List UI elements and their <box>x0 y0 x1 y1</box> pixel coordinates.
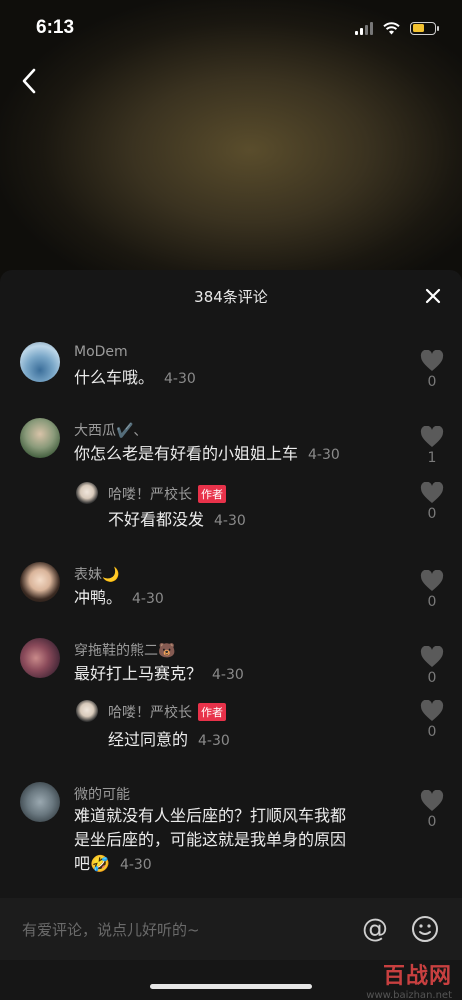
comment-text: 你怎么老是有好看的小姐姐上车 <box>74 444 299 463</box>
at-icon: @ <box>362 914 388 944</box>
like-count: 0 <box>427 594 437 610</box>
like-count: 0 <box>427 724 437 740</box>
like-button[interactable]: 0 <box>416 482 448 522</box>
reply-avatar[interactable] <box>76 482 98 504</box>
comment-date: 4-30 <box>119 857 152 873</box>
comment-username[interactable]: 微的可能 <box>74 784 130 804</box>
avatar[interactable] <box>20 782 60 822</box>
comment-count-title: 384条评论 <box>194 287 268 306</box>
heart-icon <box>420 426 444 447</box>
like-count: 0 <box>427 670 437 686</box>
comment-username[interactable]: 穿拖鞋的熊二🐻 <box>74 640 175 660</box>
comments-sheet: 384条评论 <box>0 270 462 1000</box>
avatar[interactable] <box>20 418 60 458</box>
reply-text: 不好看都没发 <box>108 510 205 529</box>
reply-text: 经过同意的 <box>108 730 189 749</box>
emoji-icon <box>412 916 438 942</box>
comment-username[interactable]: MoDem <box>74 344 128 360</box>
comment-text: 冲鸭。 <box>74 588 123 607</box>
reply-body: 经过同意的 4-30 <box>108 728 230 753</box>
heart-icon <box>420 790 444 811</box>
comment-body: 最好打上马赛克？ 4-30 <box>74 662 244 687</box>
like-button[interactable]: 0 <box>416 570 448 610</box>
comment-body: 什么车哦。 4-30 <box>74 366 196 391</box>
comment-username[interactable]: 表妹🌙 <box>74 564 119 584</box>
heart-icon <box>420 482 444 503</box>
back-icon[interactable] <box>16 64 48 98</box>
comment-date: 4-30 <box>212 667 244 683</box>
comment-input[interactable]: 有爱评论，说点儿好听的~ <box>22 919 340 940</box>
comment-date: 4-30 <box>132 591 164 607</box>
emoji-button[interactable] <box>410 914 440 944</box>
heart-icon <box>420 570 444 591</box>
like-button[interactable]: 0 <box>416 350 448 390</box>
avatar[interactable] <box>20 638 60 678</box>
avatar[interactable] <box>20 562 60 602</box>
comment-body: 冲鸭。 4-30 <box>74 586 164 611</box>
comment-text: 最好打上马赛克？ <box>74 664 203 683</box>
like-button[interactable]: 0 <box>416 646 448 686</box>
comment-text-line: 难道就没有人坐后座的？打顺风车我都 <box>74 806 347 825</box>
comment-text: 什么车哦。 <box>74 368 155 387</box>
reply-date: 4-30 <box>198 733 230 749</box>
reply-username[interactable]: 哈喽！严校长 <box>108 705 192 721</box>
reply-body: 不好看都没发 4-30 <box>108 508 246 533</box>
reply-header: 哈喽！严校长 作者 <box>108 484 226 504</box>
home-indicator <box>150 984 312 989</box>
reply-avatar[interactable] <box>76 700 98 722</box>
comment-date: 4-30 <box>308 447 340 463</box>
like-button[interactable]: 1 <box>416 426 448 466</box>
comment-text-line: 吧🤣 <box>74 854 110 873</box>
watermark: 百战网 www.baizhan.net <box>366 958 452 1000</box>
comment-text-line: 是坐后座的，可能这就是我单身的原因 <box>74 830 347 849</box>
reply-date: 4-30 <box>214 513 246 529</box>
comment-body: 你怎么老是有好看的小姐姐上车 4-30 <box>74 442 340 467</box>
comment-username[interactable]: 大西瓜✔️、 <box>74 420 147 440</box>
like-count: 0 <box>427 374 437 390</box>
comment-text-last-line: 吧🤣 4-30 <box>74 852 346 877</box>
like-button[interactable]: 0 <box>416 700 448 740</box>
status-time: 6:13 <box>36 17 75 38</box>
comment-input-bar: 有爱评论，说点儿好听的~ @ <box>0 898 462 960</box>
like-count: 1 <box>427 450 437 466</box>
heart-icon <box>420 646 444 667</box>
comment-date: 4-30 <box>164 371 196 387</box>
signal-icon <box>355 21 373 35</box>
heart-icon <box>420 350 444 371</box>
author-tag: 作者 <box>198 485 226 503</box>
reply-header: 哈喽！严校长 作者 <box>108 702 226 722</box>
mention-button[interactable]: @ <box>360 914 390 944</box>
reply-username[interactable]: 哈喽！严校长 <box>108 487 192 503</box>
heart-icon <box>420 700 444 721</box>
avatar[interactable] <box>20 342 60 382</box>
battery-icon <box>410 21 439 35</box>
wifi-icon <box>383 21 400 34</box>
author-tag: 作者 <box>198 703 226 721</box>
like-button[interactable]: 0 <box>416 790 448 830</box>
sheet-header: 384条评论 <box>0 270 462 322</box>
watermark-logo: 百战网 <box>382 964 452 989</box>
close-icon[interactable] <box>422 285 444 307</box>
like-count: 0 <box>427 814 437 830</box>
comment-body: 难道就没有人坐后座的？打顺风车我都 是坐后座的，可能这就是我单身的原因 吧🤣 4-… <box>74 804 346 877</box>
watermark-url: www.baizhan.net <box>366 990 452 1000</box>
status-icons <box>355 21 439 35</box>
like-count: 0 <box>427 506 437 522</box>
status-bar: 6:13 <box>0 0 462 56</box>
